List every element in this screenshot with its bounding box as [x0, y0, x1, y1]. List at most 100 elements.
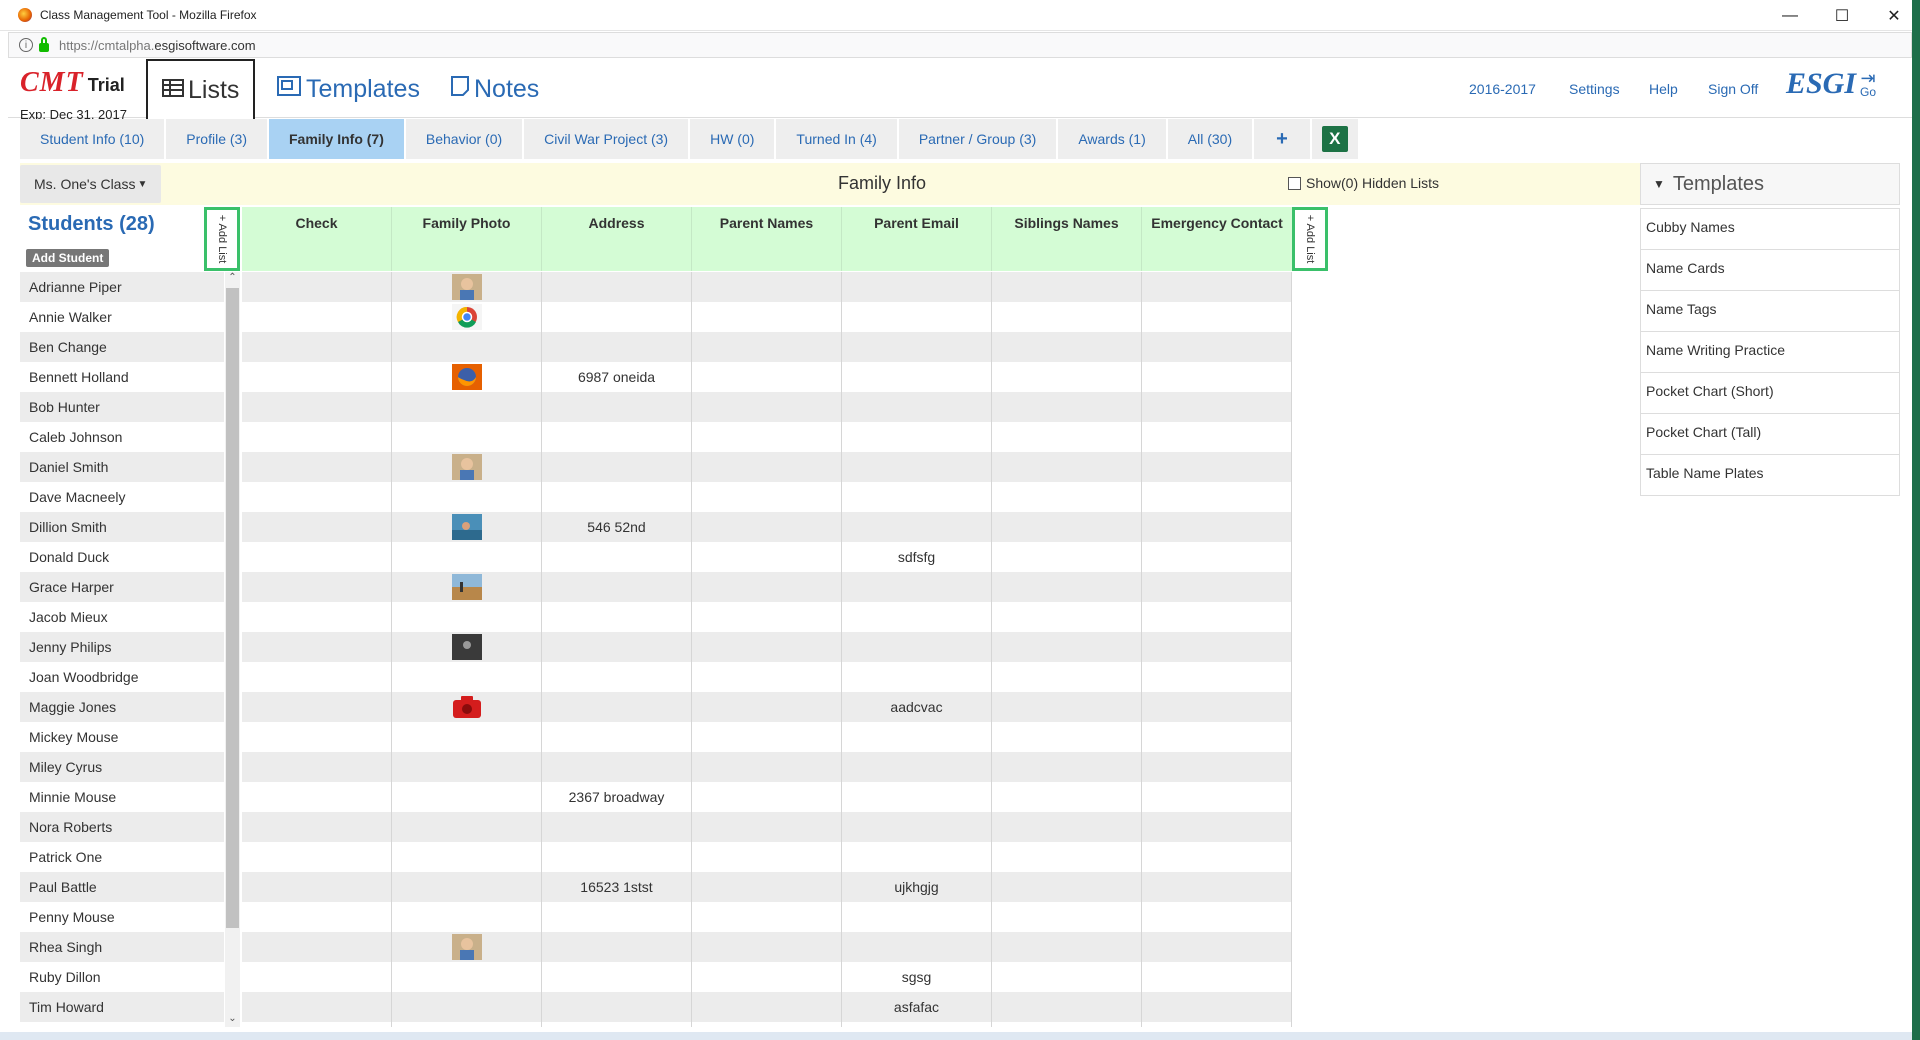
student-name-row[interactable]: Caleb Johnson	[20, 422, 224, 452]
cell-emergency-contact[interactable]	[1142, 782, 1292, 812]
student-name-row[interactable]: Paul Battle	[20, 872, 224, 902]
cell-family-photo[interactable]	[392, 692, 542, 722]
cell-parent-names[interactable]	[692, 512, 842, 542]
cell-family-photo[interactable]	[392, 302, 542, 332]
student-name-row[interactable]: Bennett Holland	[20, 362, 224, 392]
cell-emergency-contact[interactable]	[1142, 572, 1292, 602]
cell-siblings-names[interactable]	[992, 752, 1142, 782]
family-photo-thumbnail[interactable]	[451, 634, 482, 660]
cell-check[interactable]	[242, 722, 392, 752]
cell-family-photo[interactable]	[392, 872, 542, 902]
cell-address[interactable]	[542, 542, 692, 572]
cell-check[interactable]	[242, 662, 392, 692]
tab-hw[interactable]: HW (0)	[690, 119, 777, 159]
cell-address[interactable]	[542, 752, 692, 782]
template-item-cubby-names[interactable]: Cubby Names	[1640, 209, 1900, 250]
cell-parent-email[interactable]	[842, 812, 992, 842]
cell-emergency-contact[interactable]	[1142, 602, 1292, 632]
cell-family-photo[interactable]	[392, 932, 542, 962]
cell-parent-names[interactable]	[692, 692, 842, 722]
cell-family-photo[interactable]	[392, 332, 542, 362]
cell-check[interactable]	[242, 572, 392, 602]
template-item-name-writing-practice[interactable]: Name Writing Practice	[1640, 332, 1900, 373]
cell-siblings-names[interactable]	[992, 782, 1142, 812]
scrollbar-thumb[interactable]	[226, 288, 239, 928]
cell-family-photo[interactable]	[392, 272, 542, 302]
student-name-row[interactable]: Nora Roberts	[20, 812, 224, 842]
cell-emergency-contact[interactable]	[1142, 392, 1292, 422]
cell-parent-names[interactable]	[692, 392, 842, 422]
cell-check[interactable]	[242, 872, 392, 902]
family-photo-thumbnail[interactable]	[451, 454, 482, 480]
cell-address[interactable]	[542, 332, 692, 362]
cell-parent-email[interactable]	[842, 602, 992, 632]
cell-parent-names[interactable]	[692, 932, 842, 962]
family-photo-thumbnail[interactable]	[451, 364, 482, 390]
info-icon[interactable]: i	[19, 38, 33, 52]
student-name-row[interactable]: Dillion Smith	[20, 512, 224, 542]
student-name-row[interactable]: Joan Woodbridge	[20, 662, 224, 692]
cell-check[interactable]	[242, 692, 392, 722]
cell-parent-email[interactable]: sdfsfg	[842, 542, 992, 572]
tab-lists[interactable]: Lists	[146, 59, 256, 119]
column-header-siblings-names[interactable]: Siblings Names	[992, 207, 1142, 271]
cell-parent-names[interactable]	[692, 872, 842, 902]
cell-parent-names[interactable]	[692, 782, 842, 812]
cell-check[interactable]	[242, 422, 392, 452]
cell-parent-names[interactable]	[692, 572, 842, 602]
tab-all[interactable]: All (30)	[1167, 119, 1255, 159]
cell-address[interactable]	[542, 662, 692, 692]
cell-address[interactable]	[542, 602, 692, 632]
column-header-parent-email[interactable]: Parent Email	[842, 207, 992, 271]
column-header-family-photo[interactable]: Family Photo	[392, 207, 542, 271]
cell-siblings-names[interactable]	[992, 662, 1142, 692]
cell-siblings-names[interactable]	[992, 992, 1142, 1022]
cell-siblings-names[interactable]	[992, 542, 1142, 572]
cell-parent-names[interactable]	[692, 362, 842, 392]
cell-address[interactable]	[542, 842, 692, 872]
cell-parent-names[interactable]	[692, 962, 842, 992]
cell-check[interactable]	[242, 932, 392, 962]
cell-parent-email[interactable]	[842, 572, 992, 602]
cell-address[interactable]	[542, 812, 692, 842]
cell-family-photo[interactable]	[392, 1022, 542, 1027]
student-name-row[interactable]: Patrick One	[20, 842, 224, 872]
cell-check[interactable]	[242, 842, 392, 872]
cell-siblings-names[interactable]	[992, 692, 1142, 722]
cell-siblings-names[interactable]	[992, 812, 1142, 842]
cell-emergency-contact[interactable]	[1142, 332, 1292, 362]
cell-family-photo[interactable]	[392, 662, 542, 692]
scroll-up-icon[interactable]: ⌃	[225, 272, 240, 286]
cell-check[interactable]	[242, 302, 392, 332]
school-year-link[interactable]: 2016-2017	[1469, 81, 1536, 97]
cell-parent-names[interactable]	[692, 632, 842, 662]
cell-parent-email[interactable]	[842, 932, 992, 962]
student-name-row[interactable]: Miley Cyrus	[20, 752, 224, 782]
student-name-row[interactable]: Donald Duck	[20, 542, 224, 572]
student-name-row[interactable]: Mickey Mouse	[20, 722, 224, 752]
cell-emergency-contact[interactable]	[1142, 692, 1292, 722]
cell-parent-names[interactable]	[692, 722, 842, 752]
cell-emergency-contact[interactable]	[1142, 662, 1292, 692]
column-header-emergency-contact[interactable]: Emergency Contact	[1142, 207, 1292, 271]
cell-siblings-names[interactable]	[992, 842, 1142, 872]
cell-siblings-names[interactable]	[992, 362, 1142, 392]
cell-family-photo[interactable]	[392, 722, 542, 752]
tab-templates[interactable]: Templates	[262, 59, 434, 119]
cell-parent-email[interactable]	[842, 512, 992, 542]
add-list-left-button[interactable]: + Add List	[204, 207, 240, 271]
cell-address[interactable]	[542, 572, 692, 602]
cell-parent-names[interactable]	[692, 812, 842, 842]
hidden-lists-checkbox[interactable]	[1288, 176, 1301, 190]
tab-partner-group[interactable]: Partner / Group (3)	[898, 119, 1059, 159]
cell-family-photo[interactable]	[392, 812, 542, 842]
cell-siblings-names[interactable]	[992, 422, 1142, 452]
cell-parent-names[interactable]	[692, 422, 842, 452]
student-name-row[interactable]: Rhea Singh	[20, 932, 224, 962]
cell-family-photo[interactable]	[392, 842, 542, 872]
maximize-button[interactable]: ☐	[1816, 0, 1868, 31]
student-name-row[interactable]: Daniel Smith	[20, 452, 224, 482]
add-tab-button[interactable]: +	[1254, 119, 1312, 159]
cell-parent-email[interactable]	[842, 902, 992, 932]
tab-civil-war-project[interactable]: Civil War Project (3)	[524, 119, 691, 159]
